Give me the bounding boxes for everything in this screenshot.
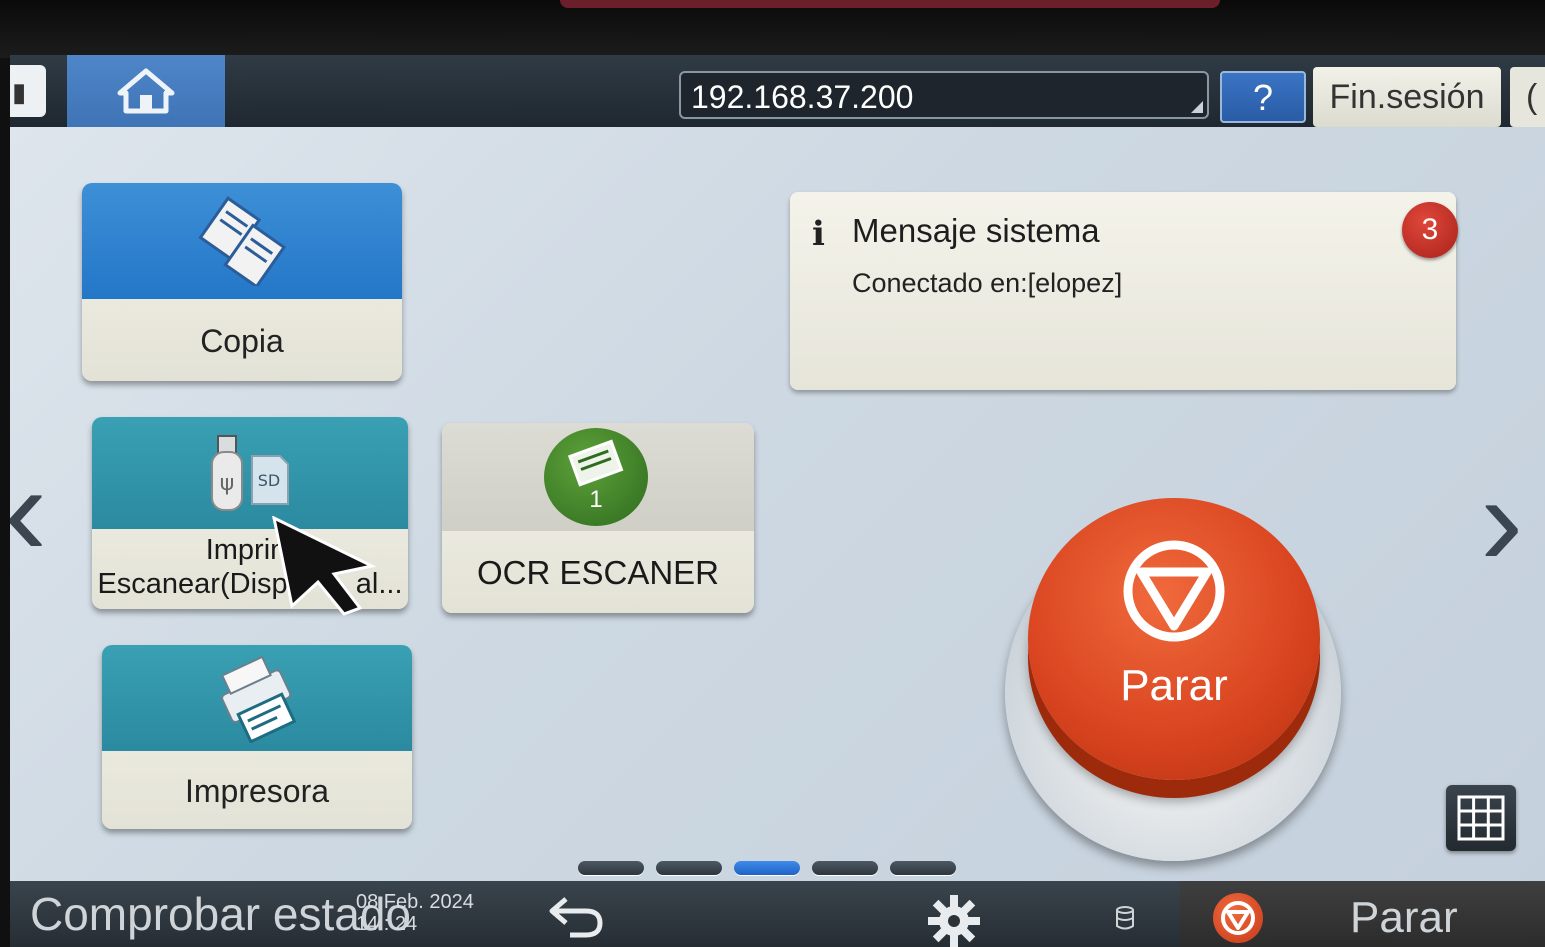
home-button[interactable]	[67, 55, 225, 127]
stop-icon	[1123, 540, 1225, 642]
svg-text:SD: SD	[258, 471, 280, 490]
device-bezel	[0, 0, 1545, 58]
logout-button[interactable]: Fin.sesión	[1313, 67, 1501, 127]
svg-text:ψ: ψ	[220, 471, 235, 496]
device-address-field[interactable]: 192.168.37.200	[679, 71, 1209, 119]
back-icon[interactable]	[546, 891, 606, 939]
top-bar: ▮ 192.168.37.200 ? Fin.sesión (	[10, 55, 1545, 127]
message-count-badge: 3	[1402, 202, 1458, 258]
stop-button[interactable]	[1028, 498, 1320, 780]
printer-app-tile[interactable]: Impresora	[102, 645, 412, 829]
page-dot-2[interactable]	[656, 861, 722, 875]
copy-app-tile[interactable]: Copia	[82, 183, 402, 381]
ocr-tile-label: OCR ESCANER USB	[476, 554, 720, 591]
device-address-text: 192.168.37.200	[691, 79, 914, 115]
storage-icon	[1116, 906, 1134, 930]
status-time: 14 : 24	[356, 913, 418, 935]
check-status-button[interactable]: Comprobar estado	[30, 887, 411, 941]
next-page-arrow-icon[interactable]: ›	[1480, 455, 1523, 585]
settings-gear-icon[interactable]	[926, 893, 982, 947]
user-button[interactable]: ▮	[10, 65, 46, 117]
ocr-tile-header: 1	[442, 423, 754, 531]
partial-icon: (	[1526, 78, 1538, 116]
usb-sd-icon: ψ SD	[211, 435, 289, 511]
ocr-badge-number: 1	[589, 486, 603, 513]
resize-corner-icon	[1191, 101, 1203, 113]
mouse-cursor-icon	[272, 516, 377, 616]
page-dot-4[interactable]	[812, 861, 878, 875]
ocr-scanner-usb-tile[interactable]: 1 OCR ESCANER USB	[442, 423, 754, 613]
page-dot-3-active[interactable]	[734, 861, 800, 875]
more-button[interactable]: (	[1510, 67, 1545, 127]
copy-tile-label: Copia	[200, 323, 284, 359]
system-message-title: Mensaje sistema	[852, 212, 1100, 249]
previous-page-arrow-icon[interactable]: ‹	[10, 445, 47, 575]
status-date: 08 Feb. 2024	[356, 891, 474, 913]
date-time: 08 Feb. 2024 14 : 24	[356, 891, 474, 935]
home-icon	[117, 68, 175, 114]
page-indicator	[578, 861, 956, 877]
page-dot-1[interactable]	[578, 861, 644, 875]
user-icon: ▮	[12, 77, 27, 107]
usb-tile-header: ψ SD	[92, 417, 408, 529]
stop-button-label: Parar	[1120, 661, 1228, 710]
touch-screen: ▮ 192.168.37.200 ? Fin.sesión (Copia ψ …	[10, 55, 1545, 947]
system-message-panel[interactable]: i Mensaje sistema Conectado en:[elopez] …	[790, 192, 1458, 390]
ocr-scanner-badge: 1	[544, 428, 648, 526]
status-bar: Comprobar estado 08 Feb. 2024 14 : 24 Pa…	[10, 881, 1545, 947]
copy-tile-header	[82, 183, 402, 299]
system-message-text: Conectado en:[elopez]	[852, 268, 1123, 298]
help-button[interactable]: ?	[1220, 71, 1306, 123]
stop-strip-label[interactable]: Parar	[1350, 893, 1458, 943]
bezel-accent	[560, 0, 1220, 8]
stop-small-icon	[1221, 901, 1255, 935]
page-dot-5[interactable]	[890, 861, 956, 875]
copy-icon	[198, 196, 287, 286]
stop-small-button[interactable]	[1213, 893, 1263, 943]
printer-tile-label: Impresora	[184, 773, 330, 809]
printer-tile-header	[102, 645, 412, 751]
scanner-icon	[567, 439, 624, 487]
grid-icon	[1457, 795, 1505, 841]
app-grid-button[interactable]	[1446, 785, 1516, 851]
info-icon: i	[812, 214, 825, 254]
printer-icon	[220, 655, 297, 743]
